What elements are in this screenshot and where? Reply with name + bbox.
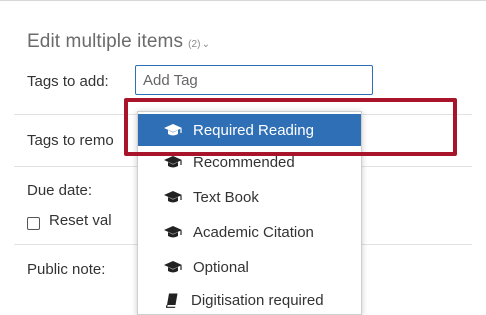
- dropdown-item-label: Text Book: [193, 188, 259, 206]
- reset-values-label: Reset val: [49, 212, 112, 229]
- tags-to-remove-label: Tags to remo: [27, 132, 114, 149]
- public-note-label: Public note:: [27, 261, 106, 278]
- dropdown-item-digitisation-required[interactable]: Digitisation required: [138, 284, 361, 314]
- tag-dropdown-menu: Required Reading Recommended Text Book A…: [137, 111, 362, 315]
- reset-values-checkbox[interactable]: [27, 217, 40, 230]
- graduation-cap-icon: [163, 190, 185, 204]
- graduation-cap-icon: [163, 225, 185, 239]
- add-tag-input[interactable]: Add Tag: [135, 65, 373, 95]
- book-icon: [166, 293, 180, 308]
- dropdown-item-label: Digitisation required: [191, 291, 324, 309]
- tags-to-add-label: Tags to add:: [27, 73, 109, 90]
- due-date-label: Due date:: [27, 182, 93, 199]
- item-count: (2): [188, 39, 201, 50]
- panel-title: Edit multiple items (2)⌄: [27, 31, 210, 53]
- graduation-cap-icon: [163, 123, 185, 137]
- dropdown-item-label: Required Reading: [193, 121, 314, 139]
- graduation-cap-icon: [163, 155, 185, 169]
- chevron-down-icon[interactable]: ⌄: [202, 39, 210, 50]
- edit-multiple-items-panel: Edit multiple items (2)⌄ Tags to add: Add…: [0, 0, 486, 315]
- add-tag-placeholder: Add Tag: [143, 72, 198, 89]
- dropdown-item-label: Optional: [193, 258, 249, 276]
- dropdown-item-label: Academic Citation: [193, 223, 314, 241]
- title-text: Edit multiple items: [27, 31, 184, 52]
- dropdown-item-optional[interactable]: Optional: [138, 251, 361, 283]
- dropdown-item-text-book[interactable]: Text Book: [138, 181, 361, 213]
- dropdown-item-label: Recommended: [193, 153, 295, 171]
- dropdown-item-required-reading[interactable]: Required Reading: [138, 114, 361, 146]
- dropdown-item-recommended[interactable]: Recommended: [138, 152, 361, 172]
- dropdown-item-academic-citation[interactable]: Academic Citation: [138, 216, 361, 248]
- graduation-cap-icon: [163, 260, 185, 274]
